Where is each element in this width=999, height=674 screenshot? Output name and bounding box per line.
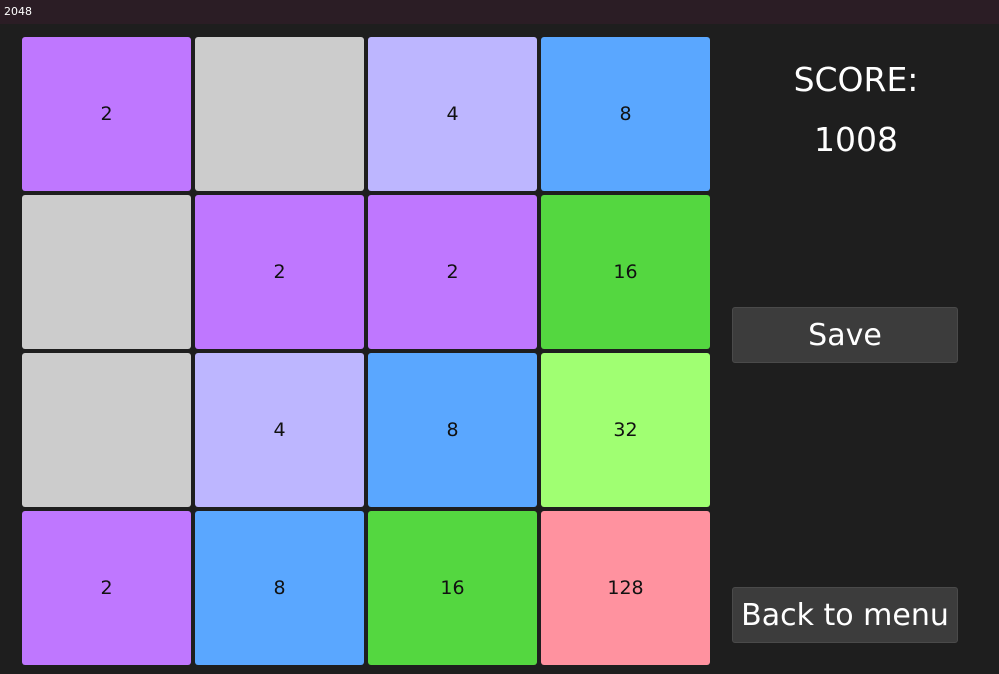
score-label: SCORE: bbox=[793, 60, 919, 99]
tile-r4-c2: 8 bbox=[195, 511, 364, 665]
tile-r3-c3: 8 bbox=[368, 353, 537, 507]
tile-r1-c2 bbox=[195, 37, 364, 191]
game-window: 2 4 8 2 2 16 4 8 32 2 8 16 128 SCORE: 10… bbox=[0, 24, 999, 674]
tile-r1-c3: 4 bbox=[368, 37, 537, 191]
tile-r1-c1: 2 bbox=[22, 37, 191, 191]
score-value: 1008 bbox=[814, 120, 898, 159]
game-board: 2 4 8 2 2 16 4 8 32 2 8 16 128 bbox=[22, 37, 710, 665]
back-to-menu-button[interactable]: Back to menu bbox=[732, 587, 958, 643]
tile-r4-c3: 16 bbox=[368, 511, 537, 665]
tile-r2-c1 bbox=[22, 195, 191, 349]
tile-r4-c4: 128 bbox=[541, 511, 710, 665]
save-button[interactable]: Save bbox=[732, 307, 958, 363]
tile-r1-c4: 8 bbox=[541, 37, 710, 191]
window-title: 2048 bbox=[0, 0, 999, 24]
tile-r2-c4: 16 bbox=[541, 195, 710, 349]
tile-r3-c1 bbox=[22, 353, 191, 507]
tile-r2-c3: 2 bbox=[368, 195, 537, 349]
tile-r3-c4: 32 bbox=[541, 353, 710, 507]
tile-r4-c1: 2 bbox=[22, 511, 191, 665]
tile-r2-c2: 2 bbox=[195, 195, 364, 349]
tile-r3-c2: 4 bbox=[195, 353, 364, 507]
